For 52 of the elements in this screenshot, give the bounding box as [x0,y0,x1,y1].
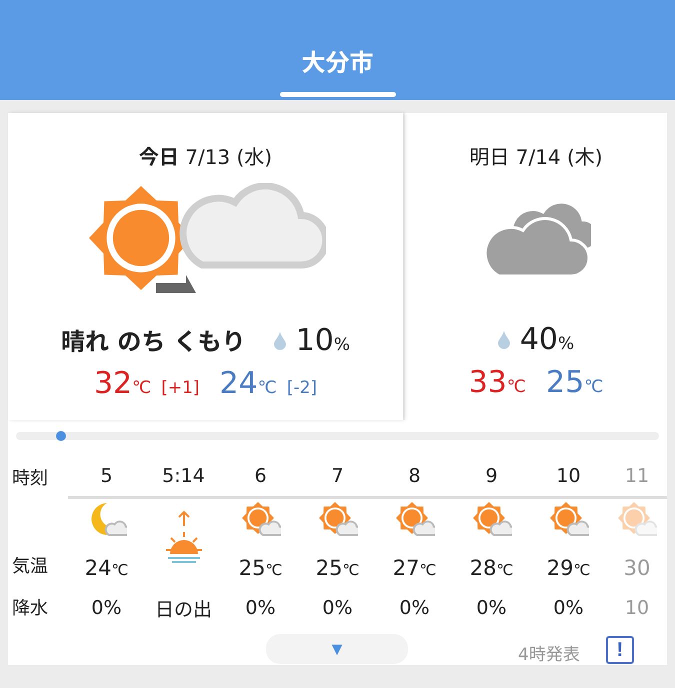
rain-chance: 40% [520,322,574,357]
raindrop-icon [274,332,286,350]
day-panel[interactable]: 今日 7/13 (水) 晴れ のち くもり 10% 32℃ [+1] 24℃ [-2] [8,113,403,420]
hour-precipitation: 0% [245,597,276,619]
sun-cloud-icon [318,501,358,539]
sunrise-label: 日の出 [154,598,212,622]
raindrop-icon [498,331,510,349]
issued-time: 4時発表 [518,644,580,665]
hour-time: 6 [254,465,267,487]
low-temperature: 25℃ [546,365,604,400]
hour-precipitation: 0% [476,597,507,619]
weather-summary: 晴れ のち くもり [60,327,246,357]
low-temperature: 24℃ [220,366,277,401]
hour-time: 7 [331,465,344,487]
row-label: 時刻 [12,467,49,490]
timeline-handle[interactable] [56,431,66,441]
hour-temperature: 28℃ [470,556,514,580]
sun-cloud-icon [394,501,434,539]
hour-time: 8 [408,465,421,487]
day-date: 今日 7/13 (水) [138,144,272,170]
hour-temperature: 25℃ [238,556,282,580]
hour-precipitation: 0% [322,597,353,619]
hour-precipitation: 10 [624,597,650,619]
hour-time: 5 [100,465,113,487]
hour-temperature: 24℃ [84,556,128,580]
high-difference: [+1] [161,378,200,398]
sun-cloud-icon [472,501,512,539]
row-label: 降水 [12,597,49,620]
low-difference: [-2] [286,378,318,398]
hour-precipitation: 0% [91,597,122,619]
high-temperature: 32℃ [94,366,152,401]
sun-cloud-icon [617,501,657,539]
hour-time: 10 [556,465,581,487]
hour-temperature: 29℃ [546,556,590,580]
hour-time: 11 [624,465,650,487]
hour-temperature: 25℃ [316,556,360,580]
day-date: 明日 7/14 (木) [469,144,603,170]
notice-button[interactable]: ! [606,636,634,664]
hour-temperature: 27℃ [392,556,436,580]
sun-cloud-icon [240,501,280,539]
day-panel[interactable]: 明日 7/14 (木) 40% 33℃ 25℃ [405,113,667,420]
hour-time: 9 [485,465,498,487]
hour-temperature: 30 [624,556,650,580]
rain-chance: 10% [296,323,350,358]
row-label: 気温 [12,555,49,578]
hour-precipitation: 0% [553,597,584,619]
timeline-track[interactable] [16,432,659,440]
high-temperature: 33℃ [468,365,526,400]
hour-time: 5:14 [162,465,205,487]
sun-cloud-icon [548,501,588,539]
city-title: 大分市 [302,48,374,79]
hour-precipitation: 0% [399,597,430,619]
